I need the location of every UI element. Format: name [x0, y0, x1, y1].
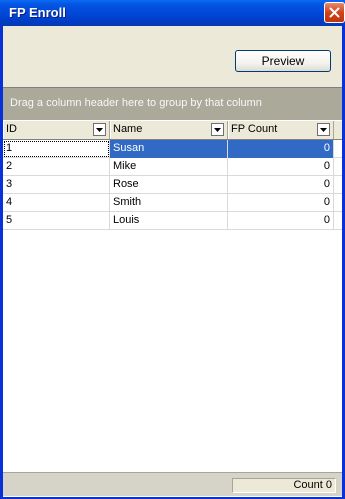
- table-row[interactable]: 3 Rose 0: [3, 176, 342, 194]
- group-by-area[interactable]: Drag a column header here to group by th…: [3, 88, 342, 120]
- column-header-label: Name: [113, 123, 143, 135]
- cell-name[interactable]: Rose: [110, 176, 228, 194]
- cell-fp-count[interactable]: 0: [228, 158, 334, 176]
- table-row[interactable]: 4 Smith 0: [3, 194, 342, 212]
- cell-name[interactable]: Mike: [110, 158, 228, 176]
- row-count-summary: Count 0: [232, 478, 336, 493]
- cell-id[interactable]: 3: [3, 176, 110, 194]
- column-filter-button[interactable]: [93, 123, 106, 136]
- close-button[interactable]: [324, 2, 345, 23]
- cell-id[interactable]: 2: [3, 158, 110, 176]
- column-filter-button[interactable]: [211, 123, 224, 136]
- column-header-name[interactable]: Name: [110, 121, 228, 139]
- column-header-fp-count[interactable]: FP Count: [228, 121, 334, 139]
- table-row[interactable]: 5 Louis 0: [3, 212, 342, 230]
- cell-fp-count[interactable]: 0: [228, 194, 334, 212]
- grid-rows: 1 Susan 0 2 Mike 0 3 Rose 0 4 Smith 0 5: [3, 140, 342, 230]
- title-bar[interactable]: FP Enroll: [0, 0, 345, 26]
- toolbar: Preview: [3, 26, 342, 87]
- preview-button[interactable]: Preview: [235, 50, 331, 72]
- column-header-row: ID Name FP Count: [3, 121, 342, 140]
- column-header-label: ID: [6, 123, 17, 135]
- cell-fp-count[interactable]: 0: [228, 140, 334, 158]
- table-row[interactable]: 1 Susan 0: [3, 140, 342, 158]
- cell-name[interactable]: Smith: [110, 194, 228, 212]
- dropdown-arrow-icon: [320, 127, 327, 132]
- dropdown-arrow-icon: [96, 127, 103, 132]
- column-filter-button[interactable]: [317, 123, 330, 136]
- cell-id[interactable]: 4: [3, 194, 110, 212]
- cell-name[interactable]: Susan: [110, 140, 228, 158]
- grid-footer: Count 0: [3, 472, 342, 496]
- cell-fp-count[interactable]: 0: [228, 176, 334, 194]
- window-title: FP Enroll: [9, 5, 66, 20]
- cell-id[interactable]: 1: [3, 140, 110, 158]
- fp-enroll-window: FP Enroll Preview Drag a column header h…: [0, 0, 345, 499]
- cell-fp-count[interactable]: 0: [228, 212, 334, 230]
- dropdown-arrow-icon: [214, 127, 221, 132]
- data-grid[interactable]: Drag a column header here to group by th…: [3, 87, 342, 497]
- column-header-id[interactable]: ID: [3, 121, 110, 139]
- cell-id[interactable]: 5: [3, 212, 110, 230]
- group-by-hint: Drag a column header here to group by th…: [10, 97, 262, 109]
- cell-name[interactable]: Louis: [110, 212, 228, 230]
- close-icon: [329, 7, 340, 18]
- column-header-label: FP Count: [231, 123, 278, 135]
- table-row[interactable]: 2 Mike 0: [3, 158, 342, 176]
